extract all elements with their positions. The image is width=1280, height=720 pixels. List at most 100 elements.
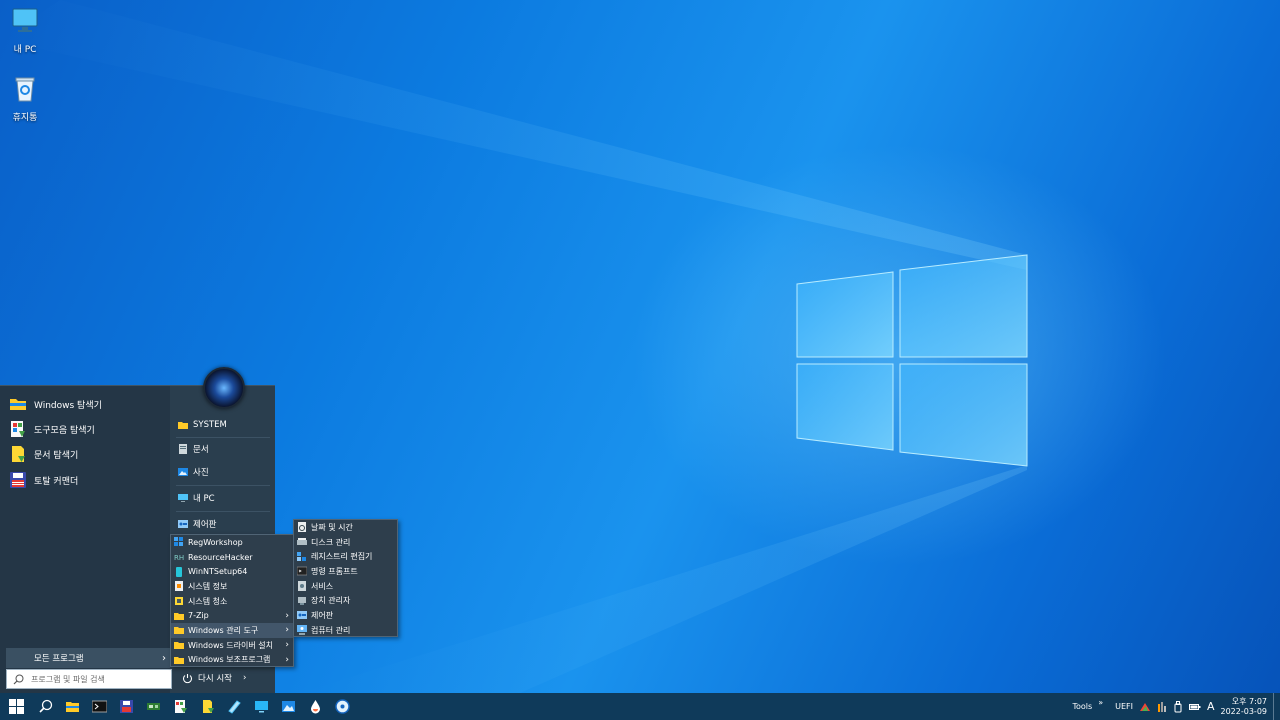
warning-icon[interactable]	[1139, 701, 1151, 713]
right-item-label: 문서	[193, 445, 209, 455]
pinned-label: 토탈 커맨더	[34, 476, 79, 487]
taskbar-total-commander[interactable]	[113, 693, 140, 720]
taskbar-network-card[interactable]	[140, 693, 167, 720]
control-panel-icon	[178, 520, 188, 528]
pen-icon	[228, 700, 241, 714]
user-avatar[interactable]	[203, 367, 245, 409]
computer-management-icon	[297, 625, 307, 636]
menu-item-regworkshop[interactable]: RegWorkshop	[171, 535, 293, 550]
right-item-documents[interactable]: 문서	[178, 439, 209, 459]
desktop-icon-my-pc[interactable]: 내 PC	[0, 6, 50, 55]
menu-item-control-panel[interactable]: 제어판	[294, 608, 397, 623]
taskbar-toolbar-explorer[interactable]	[167, 693, 194, 720]
menu-item-date-time[interactable]: 날짜 및 시간	[294, 520, 397, 535]
menu-item-label: RegWorkshop	[188, 537, 243, 547]
clock[interactable]: 오후 7:07 2022-03-09	[1221, 697, 1268, 717]
network-card-icon	[147, 703, 160, 710]
menu-item-system-clean[interactable]: 시스템 청소	[171, 594, 293, 609]
command-prompt-icon	[297, 567, 307, 576]
system-tray: Tools » UEFI A 오후 7:07 2022-03-09	[1072, 693, 1276, 720]
taskbar-file-explorer[interactable]	[59, 693, 86, 720]
menu-item-windows-admin-tools[interactable]: Windows 관리 도구 ›	[171, 623, 293, 638]
monitor-icon	[178, 494, 188, 502]
monitor-icon	[12, 8, 38, 32]
separator	[176, 485, 270, 486]
right-item-label: 내 PC	[193, 494, 215, 504]
device-manager-icon	[298, 596, 306, 605]
menu-item-label: 장치 관리자	[311, 596, 351, 606]
clock-time: 오후 7:07	[1231, 696, 1267, 706]
pinned-toolbar-explorer[interactable]: 도구모음 탐색기	[8, 417, 95, 441]
menu-item-7zip[interactable]: 7-Zip ›	[171, 608, 293, 623]
menu-item-label: WinNTSetup64	[188, 567, 248, 577]
right-item-system[interactable]: SYSTEM	[178, 415, 227, 435]
svg-text:RH: RH	[174, 554, 184, 562]
show-desktop-button[interactable]	[1273, 693, 1276, 720]
menu-item-registry-editor[interactable]: 레지스트리 편집기	[294, 549, 397, 564]
toolbar-explorer-icon	[175, 700, 187, 713]
search-input[interactable]: 프로그램 및 파일 검색	[6, 669, 172, 689]
menu-item-label: 날짜 및 시간	[311, 522, 353, 532]
uefi-indicator: UEFI	[1115, 702, 1133, 711]
restart-button[interactable]: 다시 시작 ›	[182, 672, 246, 684]
folder-explorer-icon	[10, 399, 26, 410]
menu-item-resourcehacker[interactable]: RH ResourceHacker	[171, 550, 293, 565]
folder-icon	[178, 422, 188, 429]
search-icon	[13, 674, 24, 685]
registry-editor-icon	[297, 551, 306, 561]
document-explorer-icon	[12, 446, 25, 462]
taskbar-terminal[interactable]	[86, 693, 113, 720]
taskbar-search-button[interactable]	[32, 693, 59, 720]
menu-item-label: 서비스	[311, 581, 334, 591]
media-icon[interactable]	[1157, 701, 1167, 713]
tools-toolbar[interactable]: Tools	[1072, 702, 1092, 711]
menu-item-label: 7-Zip	[188, 611, 209, 621]
menu-item-windows-driver-install[interactable]: Windows 드라이버 설치 ›	[171, 638, 293, 653]
taskbar-display[interactable]	[248, 693, 275, 720]
taskbar-drop-app[interactable]	[302, 693, 329, 720]
menu-item-label: 제어판	[311, 610, 334, 620]
right-item-my-pc[interactable]: 내 PC	[178, 488, 215, 508]
ime-indicator[interactable]: A	[1207, 700, 1215, 713]
display-icon	[255, 701, 268, 713]
right-item-control-panel[interactable]: 제어판	[178, 514, 216, 534]
start-icon	[8, 699, 24, 714]
document-explorer-icon	[203, 700, 214, 713]
menu-item-services[interactable]: 서비스	[294, 579, 397, 594]
admin-tools-submenu: 날짜 및 시간 디스크 관리 레지스트리 편집기 명령 프롬프트 서비스 장치 …	[293, 519, 398, 637]
menu-item-label: 시스템 정보	[188, 581, 228, 591]
taskbar-photos[interactable]	[275, 693, 302, 720]
pinned-document-explorer[interactable]: 문서 탐색기	[8, 442, 78, 466]
start-button[interactable]	[0, 693, 32, 720]
menu-item-system-info[interactable]: 시스템 정보	[171, 579, 293, 594]
chevron-double-right-icon[interactable]: »	[1098, 698, 1103, 707]
chevron-right-icon: ›	[162, 652, 166, 664]
all-programs-button[interactable]: 모든 프로그램 ›	[6, 648, 170, 668]
menu-item-command-prompt[interactable]: 명령 프롬프트	[294, 564, 397, 579]
menu-item-disk-management[interactable]: 디스크 관리	[294, 535, 397, 550]
usb-icon[interactable]	[1173, 700, 1183, 713]
chevron-right-icon: ›	[285, 640, 289, 651]
folder-icon	[174, 612, 184, 620]
drop-icon	[311, 700, 320, 714]
folder-icon	[174, 642, 184, 650]
menu-item-windows-accessories[interactable]: Windows 보조프로그램 ›	[171, 653, 293, 668]
taskbar-pen-app[interactable]	[221, 693, 248, 720]
battery-icon[interactable]	[1188, 702, 1201, 712]
taskbar-disc-app[interactable]	[329, 693, 356, 720]
pinned-total-commander[interactable]: 토탈 커맨더	[8, 468, 78, 492]
chevron-right-icon: ›	[242, 673, 247, 683]
right-item-label: SYSTEM	[193, 420, 227, 430]
right-item-label: 사진	[193, 468, 209, 478]
folder-icon	[174, 656, 184, 664]
menu-item-label: 레지스트리 편집기	[311, 552, 373, 562]
menu-item-device-manager[interactable]: 장치 관리자	[294, 593, 397, 608]
taskbar-document-explorer[interactable]	[194, 693, 221, 720]
menu-item-computer-management[interactable]: 컴퓨터 관리	[294, 623, 397, 638]
menu-item-winntsetup[interactable]: WinNTSetup64	[171, 564, 293, 579]
desktop-icon-recycle-bin[interactable]: 휴지통	[0, 74, 50, 123]
right-item-pictures[interactable]: 사진	[178, 462, 209, 482]
pinned-windows-explorer[interactable]: Windows 탐색기	[8, 392, 102, 416]
power-icon	[182, 673, 193, 683]
floppy-disk-icon	[10, 472, 26, 488]
